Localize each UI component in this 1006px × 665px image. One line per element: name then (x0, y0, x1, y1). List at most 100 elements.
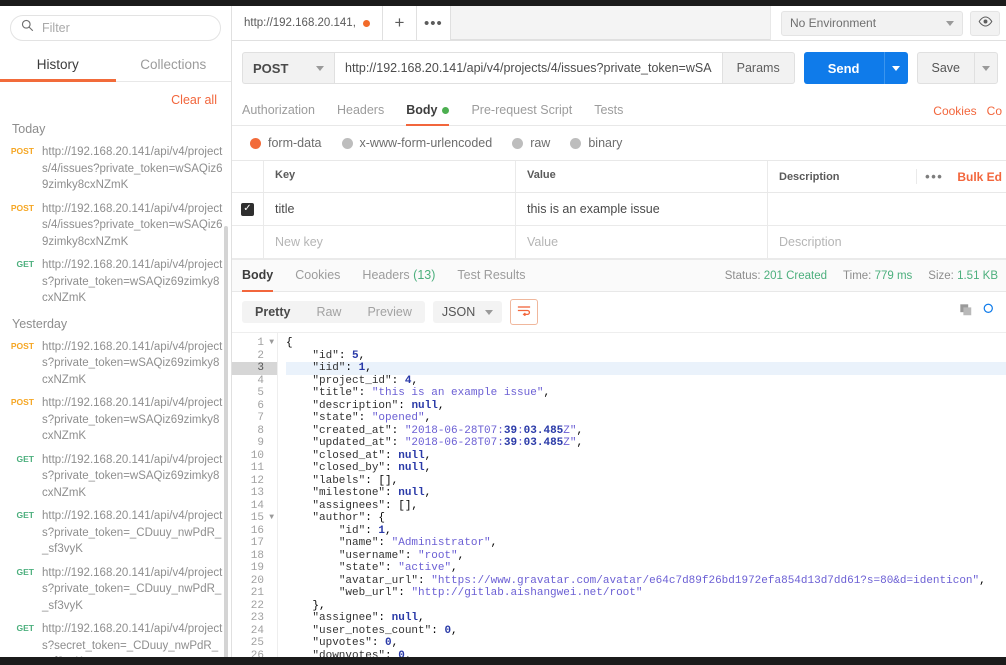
tab-options-button[interactable]: ••• (416, 6, 451, 40)
wrap-lines-button[interactable] (510, 299, 539, 325)
cookies-link[interactable]: Cookies (933, 104, 976, 118)
fold-toggle-icon[interactable]: ▼ (269, 337, 274, 350)
row-description-cell[interactable] (768, 193, 1006, 225)
history-group-label-today: Today (12, 122, 46, 136)
eye-icon (978, 14, 993, 32)
environment-select[interactable]: No Environment (781, 10, 963, 36)
view-mode-raw[interactable]: Raw (303, 301, 354, 323)
list-item[interactable]: GET http://192.168.20.141/api/v4/project… (0, 505, 231, 562)
line-number: 6 (257, 399, 264, 412)
history-url: http://192.168.20.141/api/v4/projects?pr… (42, 510, 223, 555)
history-method: GET (16, 510, 34, 520)
time-value: 779 ms (874, 269, 913, 282)
new-value-placeholder: Value (527, 235, 559, 249)
code-link[interactable]: Co (987, 104, 1002, 118)
search-icon[interactable] (983, 303, 996, 321)
line-number: 23 (250, 612, 264, 624)
new-description-placeholder: Description (779, 235, 842, 249)
sidebar-tab-collections[interactable]: Collections (116, 49, 232, 81)
list-item[interactable]: GET http://192.168.20.141/api/v4/project… (0, 449, 231, 506)
row-value-text: this is an example issue (527, 202, 660, 216)
body-type-raw[interactable]: raw (512, 136, 550, 150)
chevron-down-icon (485, 309, 494, 315)
row-key-cell[interactable]: New key (264, 226, 516, 258)
params-button[interactable]: Params (722, 52, 795, 84)
tab-pre-request-script[interactable]: Pre-request Script (471, 96, 572, 125)
tab-authorization-label: Authorization (242, 103, 315, 117)
filter-row (0, 6, 231, 49)
code-line: "upvotes": 0, (312, 637, 399, 649)
new-tab-button[interactable]: + (382, 6, 417, 40)
fold-toggle-icon[interactable]: ▼ (269, 512, 274, 525)
response-tab-test-results[interactable]: Test Results (457, 260, 525, 291)
list-item[interactable]: GET http://192.168.20.141/api/v4/project… (0, 562, 231, 619)
tab-tests[interactable]: Tests (594, 96, 623, 125)
sidebar-tab-history-label: History (36, 57, 79, 72)
environment-quick-look-button[interactable] (970, 10, 1000, 36)
body-type-binary[interactable]: binary (570, 136, 622, 150)
history-method: GET (16, 566, 34, 577)
list-item[interactable]: POST http://192.168.20.141/api/v4/projec… (0, 392, 231, 449)
row-value-cell[interactable]: Value (516, 226, 768, 258)
copy-icon[interactable] (959, 303, 973, 322)
table-row[interactable]: New key Value Description (232, 226, 1006, 259)
row-value-cell[interactable]: this is an example issue (516, 193, 768, 225)
response-format-select[interactable]: JSON (432, 301, 503, 323)
row-checkbox[interactable]: ✓ (241, 202, 254, 216)
table-row[interactable]: ✓ title this is an example issue (232, 193, 1006, 226)
sidebar-tab-history[interactable]: History (0, 49, 116, 82)
response-body-code[interactable]: { "id": 5, "iid": 1, "project_id": 4, "t… (278, 333, 1006, 665)
request-tab[interactable]: http://192.168.20.141, (232, 6, 383, 40)
body-type-form-data[interactable]: form-data (250, 136, 322, 150)
history-url: http://192.168.20.141/api/v4/projects?pr… (42, 259, 223, 304)
row-check-cell: ✓ (232, 193, 264, 225)
list-item[interactable]: POST http://192.168.20.141/api/v4/projec… (0, 141, 231, 198)
line-number: 15 ▼ (250, 512, 274, 525)
row-description-cell[interactable]: Description (768, 226, 1006, 258)
response-tab-cookies[interactable]: Cookies (295, 260, 340, 291)
search-box[interactable] (10, 15, 221, 41)
view-mode-preview[interactable]: Preview (354, 301, 424, 323)
line-number-gutter: 1 ▼ 2 3 4 5 6 7 8 9 10 11 12 13 14 15 ▼ 16 17 18 19 20 21 22 23 2… (232, 333, 278, 665)
tab-authorization[interactable]: Authorization (242, 96, 315, 125)
send-options-button[interactable] (883, 52, 908, 84)
response-body-viewer[interactable]: 1 ▼ 2 3 4 5 6 7 8 9 10 11 12 13 14 15 ▼ 16 17 18 19 20 21 22 23 2… (232, 333, 1006, 665)
sidebar: History Collections Clear all Today POST… (0, 0, 232, 665)
send-button[interactable]: Send (803, 52, 884, 84)
url-input[interactable] (334, 52, 723, 84)
size-badge: Size: 1.51 KB (928, 270, 998, 282)
sidebar-scrollbar[interactable] (224, 226, 228, 665)
clear-all-button[interactable]: Clear all (171, 93, 217, 107)
list-item[interactable]: POST http://192.168.20.141/api/v4/projec… (0, 336, 231, 393)
response-meta: Status: 201 Created Time: 779 ms Size: 1… (725, 270, 1006, 282)
save-button[interactable]: Save (916, 52, 974, 84)
row-key-cell[interactable]: title (264, 193, 516, 225)
response-tab-body[interactable]: Body (242, 260, 274, 292)
time-badge: Time: 779 ms (843, 270, 912, 282)
status-value: 201 Created (763, 269, 828, 282)
table-header-description-cell: Description ••• Bulk Ed (768, 161, 1006, 192)
body-type-row: form-data x-www-form-urlencoded raw bina… (232, 126, 1006, 160)
save-options-button[interactable] (974, 52, 998, 84)
body-type-urlencoded[interactable]: x-www-form-urlencoded (341, 136, 492, 150)
code-line: }, (286, 599, 326, 612)
view-mode-pretty[interactable]: Pretty (242, 301, 303, 323)
tab-body[interactable]: Body (406, 96, 450, 126)
list-item[interactable]: GET http://192.168.20.141/api/v4/project… (0, 254, 231, 311)
form-data-table: Key Value Description ••• Bulk Ed ✓ titl… (232, 160, 1006, 259)
table-header-description: Description (779, 170, 840, 183)
search-input[interactable] (42, 21, 210, 35)
tab-headers[interactable]: Headers (337, 96, 384, 125)
table-header-key: Key (264, 161, 516, 192)
chevron-down-icon (316, 65, 324, 71)
history-list[interactable]: Today POST http://192.168.20.141/api/v4/… (0, 116, 231, 665)
request-utility-links: Cookies Co (933, 104, 1006, 118)
code-line: "web_url": "http://gitlab.aishangwei.net… (338, 587, 643, 599)
request-tabbar: http://192.168.20.141, + ••• No Environm… (232, 6, 1006, 41)
table-options-button[interactable]: ••• (916, 169, 951, 184)
line-number: 10 (250, 449, 264, 462)
response-tab-headers[interactable]: Headers (13) (362, 260, 435, 291)
bulk-edit-button[interactable]: Bulk Ed (957, 170, 1006, 184)
http-method-select[interactable]: POST (242, 52, 334, 84)
list-item[interactable]: POST http://192.168.20.141/api/v4/projec… (0, 198, 231, 255)
